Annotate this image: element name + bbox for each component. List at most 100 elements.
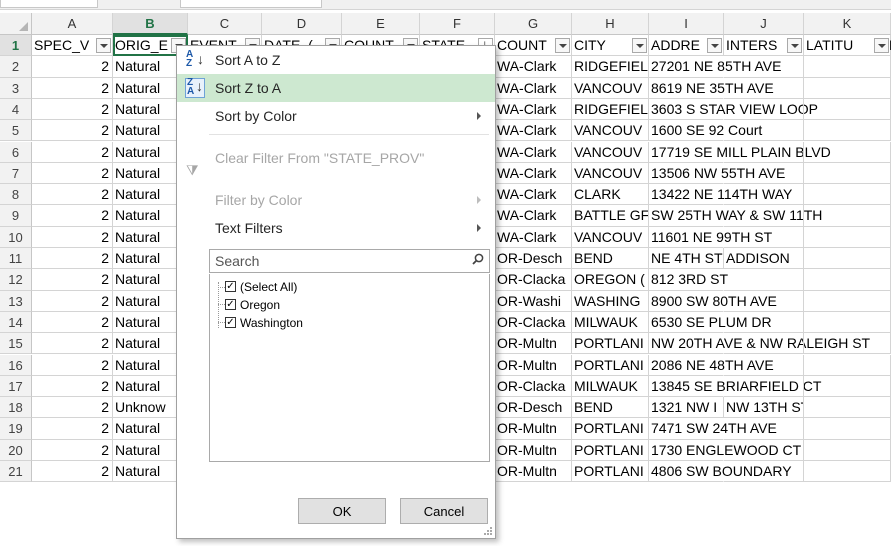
- table-cell[interactable]: NW 13TH ST: [724, 397, 804, 419]
- table-cell[interactable]: OR-Clacka: [495, 269, 572, 291]
- table-cell[interactable]: 2: [32, 162, 113, 185]
- column-header-i[interactable]: I: [649, 13, 724, 35]
- table-cell[interactable]: OR-Multn: [495, 439, 572, 461]
- column-header-f[interactable]: F: [420, 13, 495, 35]
- table-cell[interactable]: 2: [32, 461, 113, 483]
- filter-search-input[interactable]: [210, 250, 455, 272]
- table-cell[interactable]: OR-Multn: [495, 354, 572, 376]
- table-cell[interactable]: OR-Desch: [495, 248, 572, 270]
- row-header[interactable]: 20: [0, 439, 32, 461]
- table-cell[interactable]: [724, 226, 804, 248]
- table-cell[interactable]: 6530 SE PLUM DR: [649, 312, 772, 334]
- table-cell[interactable]: BATTLE GF: [572, 205, 649, 227]
- filter-dropdown-button[interactable]: [707, 38, 722, 53]
- column-header-a[interactable]: A: [32, 13, 113, 35]
- column-header-d[interactable]: D: [262, 13, 342, 35]
- row-header[interactable]: 14: [0, 311, 32, 334]
- table-cell[interactable]: 2: [32, 311, 113, 334]
- table-cell[interactable]: [724, 120, 804, 142]
- filter-dropdown-button[interactable]: [555, 38, 570, 53]
- table-cell[interactable]: [724, 418, 804, 440]
- row-header[interactable]: 4: [0, 98, 32, 121]
- table-cell[interactable]: [804, 418, 891, 440]
- table-cell[interactable]: PORTLANI: [572, 333, 649, 355]
- table-cell[interactable]: BEND: [572, 248, 649, 270]
- table-cell[interactable]: WA-Clark: [495, 162, 572, 185]
- table-cell[interactable]: [804, 162, 891, 185]
- text-filters-item[interactable]: Text Filters: [177, 214, 495, 242]
- row-header[interactable]: 6: [0, 141, 32, 163]
- table-cell[interactable]: OR-Multn: [495, 418, 572, 440]
- row-header[interactable]: 8: [0, 184, 32, 206]
- table-cell[interactable]: RIDGEFIEL: [572, 56, 649, 78]
- table-cell[interactable]: 812 3RD ST: [649, 269, 728, 291]
- table-cell[interactable]: [804, 439, 891, 461]
- table-cell[interactable]: RIDGEFIEL: [572, 98, 649, 121]
- table-cell[interactable]: 2: [32, 397, 113, 419]
- table-cell[interactable]: 7471 SW 24TH AVE: [649, 418, 777, 440]
- table-cell[interactable]: [804, 375, 891, 398]
- table-cell[interactable]: PORTLANI: [572, 461, 649, 483]
- table-cell[interactable]: 1600 SE 92 Court: [649, 120, 762, 142]
- table-cell[interactable]: 2: [32, 439, 113, 461]
- table-cell[interactable]: 13845 SE BRIARFIELD CT: [649, 376, 821, 398]
- table-cell[interactable]: WA-Clark: [495, 98, 572, 121]
- row-header[interactable]: 3: [0, 77, 32, 99]
- table-cell[interactable]: [804, 461, 891, 483]
- row-header[interactable]: 2: [0, 56, 32, 78]
- table-cell[interactable]: 2: [32, 77, 113, 99]
- table-cell[interactable]: OR-Multn: [495, 461, 572, 483]
- table-cell[interactable]: [724, 56, 804, 78]
- row-header[interactable]: 5: [0, 120, 32, 142]
- table-cell[interactable]: [724, 311, 804, 334]
- name-box[interactable]: [0, 0, 98, 8]
- row-header[interactable]: 1: [0, 35, 32, 57]
- filter-dropdown-button[interactable]: [632, 38, 647, 53]
- table-cell[interactable]: [804, 77, 891, 99]
- table-cell[interactable]: 2: [32, 269, 113, 291]
- select-all-corner[interactable]: [0, 13, 32, 35]
- table-cell[interactable]: OR-Clacka: [495, 311, 572, 334]
- table-cell[interactable]: [724, 461, 804, 483]
- table-cell[interactable]: [724, 184, 804, 206]
- table-cell[interactable]: 2: [32, 375, 113, 398]
- sort-a-to-z-item[interactable]: A Z ↓ Sort A to Z: [177, 46, 495, 74]
- filter-dropdown-button[interactable]: [787, 38, 802, 53]
- table-cell[interactable]: NW 20TH AVE & NW RALEIGH ST: [649, 333, 870, 355]
- table-cell[interactable]: BEND: [572, 397, 649, 419]
- table-cell[interactable]: VANCOUV: [572, 77, 649, 99]
- table-cell[interactable]: [724, 439, 804, 461]
- table-cell[interactable]: MILWAUK: [572, 311, 649, 334]
- table-cell[interactable]: VANCOUV: [572, 226, 649, 248]
- filter-by-color-item[interactable]: Filter by Color: [177, 186, 495, 214]
- table-cell[interactable]: VANCOUV: [572, 141, 649, 163]
- table-cell[interactable]: WA-Clark: [495, 77, 572, 99]
- table-cell[interactable]: 1730 ENGLEWOOD CT: [649, 440, 801, 461]
- table-cell[interactable]: [804, 397, 891, 419]
- table-cell[interactable]: WA-Clark: [495, 120, 572, 142]
- table-cell[interactable]: [724, 98, 804, 121]
- table-cell[interactable]: [804, 311, 891, 334]
- column-header-h[interactable]: H: [572, 13, 649, 35]
- table-cell[interactable]: 2: [32, 184, 113, 206]
- table-cell[interactable]: 8619 NE 35TH AVE: [649, 78, 774, 99]
- table-cell[interactable]: [804, 120, 891, 142]
- row-header[interactable]: 19: [0, 418, 32, 440]
- column-header-b[interactable]: B: [113, 13, 188, 35]
- table-cell[interactable]: OR-Clacka: [495, 375, 572, 398]
- table-cell[interactable]: OR-Desch: [495, 397, 572, 419]
- table-cell[interactable]: [724, 162, 804, 185]
- filter-dropdown-button[interactable]: [874, 38, 889, 53]
- row-header[interactable]: 12: [0, 269, 32, 291]
- clear-filter-item[interactable]: ⧩ Clear Filter From "STATE_PROV": [177, 150, 495, 184]
- table-cell[interactable]: [804, 98, 891, 121]
- table-cell[interactable]: [804, 269, 891, 291]
- table-cell[interactable]: [724, 290, 804, 312]
- resize-grip-icon[interactable]: [484, 527, 492, 535]
- table-cell[interactable]: 2: [32, 248, 113, 270]
- table-cell[interactable]: [724, 141, 804, 163]
- ok-button[interactable]: OK: [298, 498, 386, 524]
- row-header[interactable]: 9: [0, 205, 32, 227]
- table-cell[interactable]: 1321 NW I: [649, 397, 724, 419]
- cancel-button[interactable]: Cancel: [400, 498, 488, 524]
